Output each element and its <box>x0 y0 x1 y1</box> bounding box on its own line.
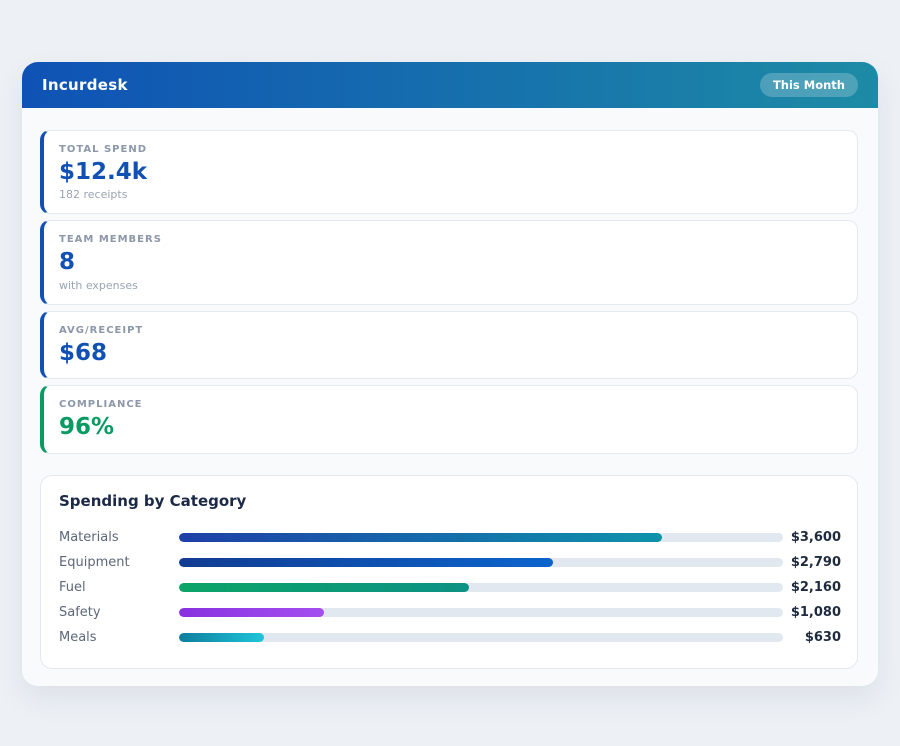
stat-card-avg-receipt: AVG/RECEIPT $68 <box>40 310 858 380</box>
bar-track <box>179 632 783 642</box>
stats-section: TOTAL SPEND $12.4k 182 receipts TEAM MEM… <box>22 108 878 454</box>
dashboard-panel: Incurdesk This Month TOTAL SPEND $12.4k … <box>22 62 878 686</box>
bar-fill <box>179 532 663 542</box>
stat-subtext: 182 receipts <box>59 188 128 202</box>
bar-track <box>179 582 783 592</box>
bar-value: $2,160 <box>790 579 841 595</box>
bar-value: $2,790 <box>790 554 841 570</box>
bar-row-safety: Safety $1,080 <box>59 600 841 625</box>
bar-fill <box>179 607 324 617</box>
app-title: Incurdesk <box>42 76 128 94</box>
stat-card-total-spend: TOTAL SPEND $12.4k 182 receipts <box>40 130 858 215</box>
stat-card-compliance: COMPLIANCE 96% <box>40 385 858 454</box>
stat-value: $68 <box>59 339 108 366</box>
stat-value: 96% <box>59 414 115 441</box>
bar-label: Meals <box>59 629 97 645</box>
bar-label: Equipment <box>59 554 130 570</box>
bar-fill <box>179 632 264 642</box>
bar-track <box>179 607 783 617</box>
bar-row-fuel: Fuel $2,160 <box>59 575 841 600</box>
period-badge[interactable]: This Month <box>759 73 858 97</box>
stat-value: $12.4k <box>59 159 148 185</box>
bar-row-meals: Meals $630 <box>59 625 841 650</box>
bar-track <box>179 532 783 542</box>
stat-card-team-members: TEAM MEMBERS 8 with expenses <box>40 220 858 305</box>
stat-value: 8 <box>59 249 76 276</box>
bar-row-equipment: Equipment $2,790 <box>59 550 841 575</box>
bar-row-materials: Materials $3,600 <box>59 525 841 550</box>
bar-fill <box>179 582 469 592</box>
bar-label: Safety <box>59 604 101 620</box>
bar-value: $630 <box>804 629 841 645</box>
stat-label: TEAM MEMBERS <box>59 234 162 246</box>
bar-track <box>179 557 783 567</box>
app-header: Incurdesk This Month <box>22 62 878 108</box>
spending-by-category-chart: Spending by Category Materials $3,600 Eq… <box>40 474 858 669</box>
bar-fill <box>179 557 554 567</box>
bar-label: Materials <box>59 529 119 545</box>
bar-label: Fuel <box>59 579 86 595</box>
bar-value: $3,600 <box>790 529 841 545</box>
stat-label: AVG/RECEIPT <box>59 324 144 336</box>
stat-label: COMPLIANCE <box>59 399 143 411</box>
bar-value: $1,080 <box>790 604 841 620</box>
stat-label: TOTAL SPEND <box>59 144 147 155</box>
chart-title: Spending by Category <box>59 491 247 510</box>
stat-subtext: with expenses <box>59 278 138 292</box>
